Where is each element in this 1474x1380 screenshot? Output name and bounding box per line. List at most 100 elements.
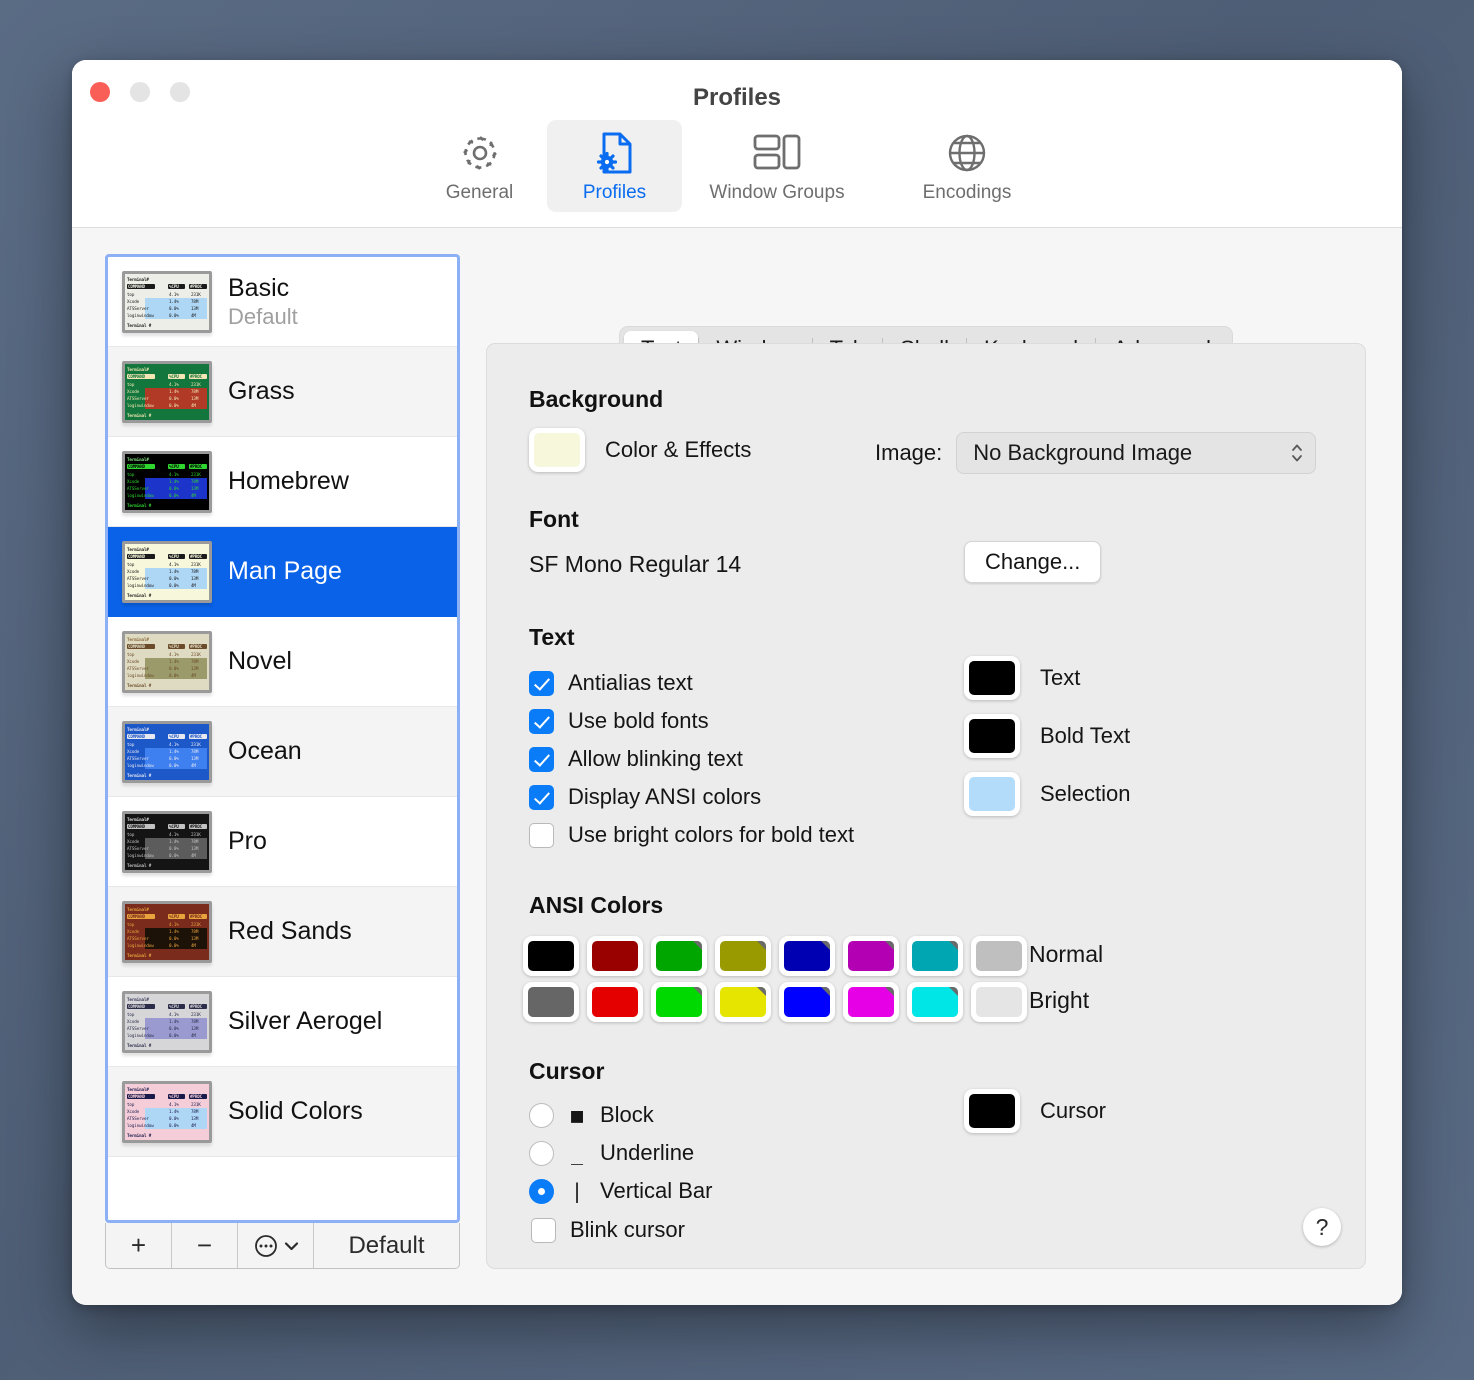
profile-list-item[interactable]: Terminal# COMMAND %CPU #PROC top 4.1% 231K Xcod…	[108, 977, 457, 1067]
ansi-bright-swatch-4[interactable]	[779, 982, 835, 1022]
profile-name: Red Sands	[228, 917, 352, 945]
toolbar-tab-window-groups[interactable]: Window Groups	[682, 120, 872, 212]
toolbar-tab-profiles-label: Profiles	[582, 182, 647, 203]
cursor-color-swatch[interactable]	[964, 1089, 1020, 1133]
profile-thumbnail: Terminal# COMMAND %CPU #PROC top 4.1% 231K Xcod…	[122, 630, 212, 693]
cursor-style-label: Vertical Bar	[600, 1178, 713, 1203]
profile-list-item[interactable]: Terminal# COMMAND %CPU #PROC top 4.1% 231K Xcod…	[108, 1067, 457, 1157]
profile-list-item[interactable]: Terminal# COMMAND %CPU #PROC top 4.1% 231K Xcod…	[108, 437, 457, 527]
ansi-bright-swatch-7[interactable]	[971, 982, 1027, 1022]
background-section-heading: Background	[529, 386, 664, 412]
gear-icon	[458, 130, 502, 176]
help-button[interactable]: ?	[1303, 1208, 1341, 1246]
text-settings-panel: Background Color & Effects Image: No Bac…	[486, 343, 1366, 1269]
change-font-button[interactable]: Change...	[964, 541, 1102, 583]
ansi-bright-swatch-6[interactable]	[907, 982, 963, 1022]
cursor-shape-glyph: |	[570, 1179, 584, 1203]
toolbar-tab-encodings[interactable]: Encodings	[872, 120, 1062, 212]
swatch-corner-indicator	[821, 987, 830, 996]
swatch-corner-indicator	[885, 941, 894, 950]
ansi-normal-swatch-5[interactable]	[843, 936, 899, 976]
cursor-shape-glyph: ■	[570, 1103, 584, 1127]
profile-list-item[interactable]: Terminal# COMMAND %CPU #PROC top 4.1% 231K Xcod…	[108, 797, 457, 887]
checkbox-allow-blinking-text[interactable]	[529, 746, 554, 772]
profiles-list[interactable]: Terminal# COMMAND %CPU #PROC top 4.1% 231K Xcod…	[105, 254, 460, 1223]
background-color-swatch[interactable]	[529, 428, 585, 472]
cursor-style-label: Block	[600, 1102, 654, 1127]
swatch-corner-indicator	[757, 987, 766, 996]
profile-name: Man Page	[228, 557, 342, 585]
cursor-style-row[interactable]: _ Underline	[529, 1140, 713, 1166]
checkbox-label: Use bright colors for bold text	[568, 822, 855, 847]
toolbar-tab-general-label: General	[445, 182, 514, 203]
ansi-normal-row	[523, 936, 1027, 976]
color-swatch-bold-text[interactable]	[964, 714, 1020, 758]
cursor-style-row[interactable]: | Vertical Bar	[529, 1178, 713, 1204]
profile-name: Pro	[228, 827, 267, 855]
radio-underline[interactable]	[529, 1140, 554, 1166]
ansi-normal-swatch-6[interactable]	[907, 936, 963, 976]
add-profile-button[interactable]: +	[106, 1223, 172, 1268]
checkbox-use-bright-colors-for-bold-text[interactable]	[529, 822, 554, 848]
toolbar-tab-encodings-label: Encodings	[922, 182, 1012, 203]
cursor-style-row[interactable]: ■ Block	[529, 1102, 713, 1128]
swatch-corner-indicator	[885, 987, 894, 996]
ansi-normal-swatch-1[interactable]	[587, 936, 643, 976]
profile-list-item[interactable]: Terminal# COMMAND %CPU #PROC top 4.1% 231K Xcod…	[108, 617, 457, 707]
ansi-normal-swatch-3[interactable]	[715, 936, 771, 976]
remove-profile-button[interactable]: −	[172, 1223, 238, 1268]
color-swatch-label: Selection	[1040, 781, 1131, 806]
profile-thumbnail: Terminal# COMMAND %CPU #PROC top 4.1% 231K Xcod…	[122, 450, 212, 513]
background-image-select[interactable]: No Background Image	[956, 432, 1317, 474]
text-section-heading: Text	[529, 624, 575, 650]
set-default-profile-button[interactable]: Default	[314, 1223, 459, 1268]
ansi-normal-swatch-4[interactable]	[779, 936, 835, 976]
profile-actions-menu-button[interactable]	[238, 1223, 314, 1268]
swatch-corner-indicator	[821, 941, 830, 950]
checkbox-row[interactable]: Use bright colors for bold text	[529, 822, 854, 848]
checkbox-row[interactable]: Antialias text	[529, 670, 854, 696]
color-and-effects-label[interactable]: Color & Effects	[605, 437, 751, 463]
profile-list-item[interactable]: Terminal# COMMAND %CPU #PROC top 4.1% 231K Xcod…	[108, 707, 457, 797]
profile-name: Ocean	[228, 737, 302, 765]
ansi-normal-swatch-2[interactable]	[651, 936, 707, 976]
ansi-bright-swatch-1[interactable]	[587, 982, 643, 1022]
font-value: SF Mono Regular 14	[529, 551, 742, 577]
ansi-bright-swatch-5[interactable]	[843, 982, 899, 1022]
checkbox-row[interactable]: Use bold fonts	[529, 708, 854, 734]
blink-cursor-row[interactable]: Blink cursor	[531, 1217, 685, 1243]
checkbox-row[interactable]: Display ANSI colors	[529, 784, 854, 810]
cursor-style-group: ■ Block _ Underline | Vertical Bar	[529, 1102, 713, 1216]
ansi-normal-swatch-0[interactable]	[523, 936, 579, 976]
chevron-down-icon	[284, 1241, 298, 1250]
checkbox-display-ansi-colors[interactable]	[529, 784, 554, 810]
swatch-corner-indicator	[949, 941, 958, 950]
radio-vertical-bar[interactable]	[529, 1178, 554, 1204]
profile-thumbnail: Terminal# COMMAND %CPU #PROC top 4.1% 231K Xcod…	[122, 810, 212, 873]
checkbox-row[interactable]: Allow blinking text	[529, 746, 854, 772]
text-colors-group: Text Bold Text Selection	[964, 656, 1131, 830]
preferences-toolbar: General Profiles Window Groups Encodings	[72, 120, 1402, 212]
ansi-normal-swatch-7[interactable]	[971, 936, 1027, 976]
ansi-normal-label: Normal	[1029, 941, 1104, 967]
ansi-bright-swatch-0[interactable]	[523, 982, 579, 1022]
checkbox-use-bold-fonts[interactable]	[529, 708, 554, 734]
profile-list-item[interactable]: Terminal# COMMAND %CPU #PROC top 4.1% 231K Xcod…	[108, 527, 457, 617]
profile-list-item[interactable]: Terminal# COMMAND %CPU #PROC top 4.1% 231K Xcod…	[108, 347, 457, 437]
profile-thumbnail: Terminal# COMMAND %CPU #PROC top 4.1% 231K Xcod…	[122, 1080, 212, 1143]
background-image-label: Image:	[875, 440, 943, 465]
color-swatch-text[interactable]	[964, 656, 1020, 700]
cursor-color-label: Cursor	[1040, 1098, 1107, 1123]
color-swatch-selection[interactable]	[964, 772, 1020, 816]
blink-cursor-checkbox[interactable]	[531, 1217, 556, 1243]
ansi-bright-swatch-3[interactable]	[715, 982, 771, 1022]
radio-block[interactable]	[529, 1102, 554, 1128]
toolbar-tab-profiles[interactable]: Profiles	[547, 120, 682, 212]
toolbar-tab-general[interactable]: General	[412, 120, 547, 212]
profile-list-item[interactable]: Terminal# COMMAND %CPU #PROC top 4.1% 231K Xcod…	[108, 257, 457, 347]
profile-thumbnail: Terminal# COMMAND %CPU #PROC top 4.1% 231K Xcod…	[122, 990, 212, 1053]
profile-list-item[interactable]: Terminal# COMMAND %CPU #PROC top 4.1% 231K Xcod…	[108, 887, 457, 977]
checkbox-antialias-text[interactable]	[529, 670, 554, 696]
preferences-window: Profiles General Profiles Window Groups …	[72, 60, 1402, 1305]
ansi-bright-swatch-2[interactable]	[651, 982, 707, 1022]
